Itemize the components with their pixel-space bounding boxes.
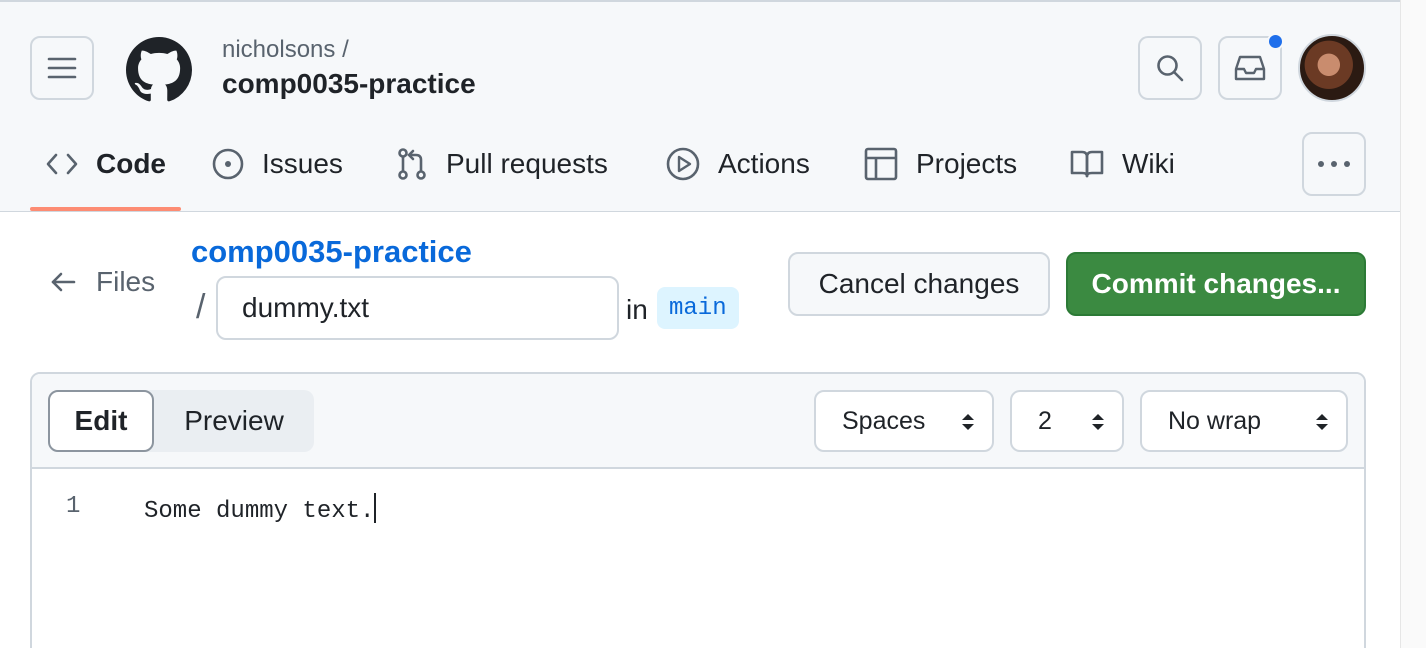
more-tabs-button[interactable]: [1302, 132, 1366, 196]
inbox-icon: [1234, 55, 1266, 81]
table-icon: [864, 147, 898, 181]
select-caret-icon: [1316, 414, 1328, 430]
issue-icon: [212, 148, 244, 180]
book-icon: [1070, 150, 1104, 178]
editor-toolbar: Edit Preview Spaces 2 No wrap: [32, 374, 1364, 469]
branch-prefix: in: [626, 294, 648, 325]
search-button[interactable]: [1138, 36, 1202, 100]
tab-label: Code: [96, 148, 166, 179]
breadcrumb-separator: /: [196, 288, 206, 326]
file-editor: Edit Preview Spaces 2 No wrap 1 Some dum…: [30, 372, 1366, 648]
github-logo[interactable]: [126, 37, 192, 103]
indent-size-value: 2: [1038, 406, 1052, 435]
hamburger-icon: [47, 57, 77, 79]
back-label: Files: [96, 266, 156, 297]
kebab-horizontal-icon: [1318, 161, 1350, 167]
indent-mode-value: Spaces: [842, 406, 926, 435]
repo-owner-link[interactable]: nicholsons /: [222, 36, 349, 64]
breadcrumb-repo-link[interactable]: comp0035-practice: [191, 234, 472, 270]
pull-request-icon: [398, 148, 426, 180]
avatar[interactable]: [1298, 34, 1366, 102]
arrow-left-icon: [51, 272, 76, 292]
menu-button[interactable]: [30, 36, 94, 100]
cancel-changes-button[interactable]: Cancel changes: [788, 252, 1050, 316]
active-tab-indicator: [30, 207, 181, 211]
tab-projects[interactable]: Projects: [864, 132, 1017, 196]
tab-preview[interactable]: Preview: [154, 390, 314, 452]
tab-pull-requests[interactable]: Pull requests: [396, 132, 608, 196]
tab-label: Projects: [916, 148, 1018, 179]
code-line[interactable]: Some dummy text.: [144, 493, 377, 525]
tab-label: Pull requests: [446, 148, 608, 179]
search-icon: [1157, 55, 1184, 82]
select-caret-icon: [962, 414, 974, 430]
tab-actions[interactable]: Actions: [666, 132, 810, 196]
scrollbar-track[interactable]: [1400, 0, 1426, 648]
code-icon: [46, 153, 78, 175]
wrap-mode-select[interactable]: No wrap: [1140, 390, 1348, 452]
repo-name-link[interactable]: comp0035-practice: [222, 68, 476, 100]
play-icon: [666, 147, 700, 181]
tab-label: Wiki: [1122, 148, 1175, 179]
commit-changes-button[interactable]: Commit changes...: [1066, 252, 1366, 316]
tab-wiki[interactable]: Wiki: [1070, 132, 1175, 196]
code-line-text: Some dummy text.: [144, 498, 375, 525]
indent-size-select[interactable]: 2: [1010, 390, 1124, 452]
tab-code[interactable]: Code: [46, 132, 166, 196]
branch-badge: main: [657, 287, 739, 329]
wrap-mode-value: No wrap: [1168, 406, 1262, 435]
tab-label: Actions: [718, 148, 810, 179]
tab-label: Issues: [262, 148, 343, 179]
tab-issues[interactable]: Issues: [212, 132, 343, 196]
filename-input[interactable]: [216, 276, 619, 340]
back-to-files-link[interactable]: Files: [50, 266, 155, 298]
text-cursor: [374, 493, 377, 523]
line-number: 1: [66, 493, 81, 520]
select-caret-icon: [1092, 414, 1104, 430]
tab-edit[interactable]: Edit: [48, 390, 154, 452]
indent-mode-select[interactable]: Spaces: [814, 390, 994, 452]
notification-dot: [1267, 33, 1284, 50]
